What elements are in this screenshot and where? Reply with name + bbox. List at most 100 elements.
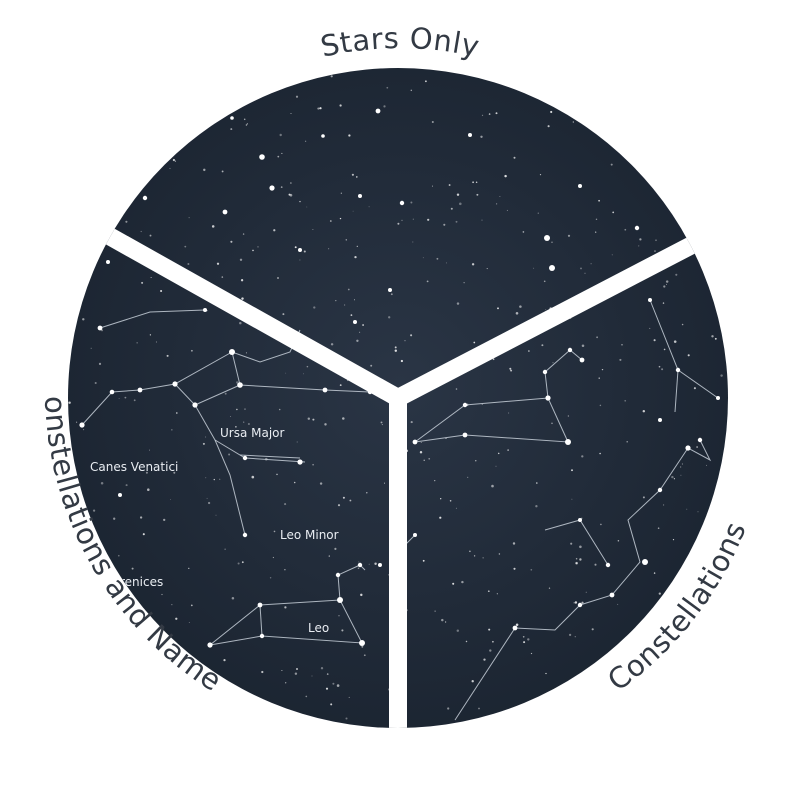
faint-star (359, 331, 361, 333)
faint-star (350, 314, 353, 316)
faint-star (617, 603, 619, 605)
faint-star (456, 629, 460, 632)
faint-star (216, 262, 220, 265)
faint-star (149, 449, 150, 451)
faint-star (675, 273, 678, 276)
faint-star (147, 488, 150, 491)
faint-star (366, 492, 368, 494)
faint-star (246, 123, 249, 125)
faint-star (571, 469, 573, 472)
faint-star (348, 134, 351, 137)
faint-star (388, 574, 389, 576)
faint-star (311, 675, 313, 677)
faint-star (533, 267, 535, 269)
faint-star (125, 220, 128, 223)
faint-star (594, 563, 597, 566)
faint-star (207, 501, 211, 505)
faint-star (431, 185, 433, 187)
faint-star (230, 240, 233, 243)
faint-star (530, 568, 533, 571)
faint-star (188, 217, 190, 219)
faint-star (261, 670, 264, 674)
faint-star (487, 590, 490, 593)
faint-star (306, 365, 309, 368)
faint-star (203, 168, 206, 172)
faint-star (361, 645, 364, 648)
faint-star (476, 193, 479, 196)
faint-star (240, 279, 244, 282)
faint-star (671, 475, 674, 479)
faint-star (428, 457, 431, 460)
faint-star (510, 369, 513, 372)
faint-star (328, 248, 330, 250)
faint-star (420, 442, 422, 444)
faint-star (611, 254, 613, 256)
faint-star (219, 478, 221, 480)
faint-star (539, 173, 542, 176)
faint-star (339, 217, 342, 220)
faint-star (543, 280, 546, 283)
faint-star (472, 181, 474, 184)
faint-star (332, 682, 335, 685)
faint-star (342, 417, 345, 420)
faint-star (113, 517, 116, 520)
faint-star (595, 218, 598, 221)
faint-star (515, 623, 519, 627)
faint-star (481, 114, 484, 116)
faint-star (211, 225, 215, 228)
title-stars-only: Stars Only (318, 21, 483, 64)
faint-star (496, 593, 498, 595)
faint-star (161, 593, 163, 596)
faint-star (356, 339, 359, 342)
faint-star (431, 120, 434, 124)
faint-star (506, 209, 508, 211)
faint-star (654, 250, 656, 253)
faint-star (205, 477, 207, 479)
faint-star (290, 113, 292, 114)
faint-star (172, 158, 176, 162)
label-ursa-major: Ursa Major (220, 426, 285, 440)
faint-star (621, 343, 623, 346)
faint-star (552, 362, 554, 364)
faint-star (425, 80, 427, 83)
faint-star (337, 504, 341, 507)
faint-star (673, 478, 675, 480)
faint-star (473, 341, 476, 344)
faint-star (223, 659, 226, 662)
faint-star (471, 263, 475, 266)
faint-star (149, 234, 152, 237)
faint-star (551, 241, 553, 243)
faint-star (419, 451, 423, 454)
faint-star (423, 459, 425, 461)
faint-star (330, 75, 333, 78)
faint-star (497, 307, 499, 310)
faint-star (499, 196, 501, 197)
faint-star (463, 282, 465, 284)
faint-star (320, 667, 324, 670)
faint-star (245, 124, 248, 126)
faint-star (296, 441, 298, 443)
faint-star (155, 341, 157, 343)
faint-star (473, 555, 476, 557)
faint-star (293, 481, 296, 484)
faint-star (357, 567, 360, 570)
faint-star (353, 299, 356, 301)
faint-star (519, 305, 522, 308)
faint-star (459, 202, 462, 206)
faint-star (170, 499, 171, 500)
faint-star (388, 316, 391, 319)
faint-star (289, 193, 293, 197)
faint-star (304, 140, 307, 142)
faint-star (491, 484, 494, 488)
faint-star (478, 707, 480, 710)
faint-star (448, 184, 451, 186)
faint-star (281, 669, 283, 672)
faint-star (202, 442, 205, 445)
faint-star (456, 302, 460, 305)
faint-star (686, 508, 688, 510)
faint-star (530, 652, 533, 655)
faint-star (404, 340, 406, 342)
faint-star (370, 364, 373, 367)
faint-star (401, 219, 403, 222)
faint-star (624, 399, 627, 402)
